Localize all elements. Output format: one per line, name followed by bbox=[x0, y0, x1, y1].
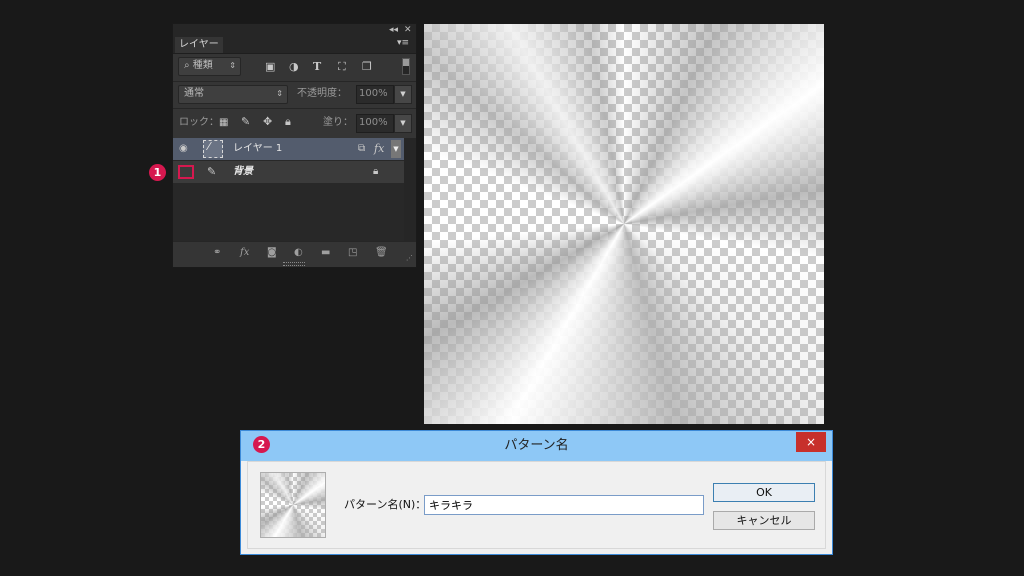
lock-label: ロック： bbox=[179, 117, 219, 128]
dialog-titlebar[interactable]: パターン名 × bbox=[241, 431, 832, 461]
panel-menu-icon[interactable]: ▾≡ bbox=[397, 38, 409, 48]
opacity-label: 不透明度： bbox=[297, 88, 347, 99]
callout-badge-1: 1 bbox=[149, 164, 166, 181]
new-group-icon[interactable]: ▬ bbox=[321, 246, 330, 260]
brush-icon: ⁄ bbox=[208, 140, 210, 153]
smart-object-badge-icon: ⧉ bbox=[358, 143, 366, 154]
panel-footer: ⚭ fx ◙ ◐ ▬ ◳ 🗑︎ ⋰ bbox=[173, 241, 416, 264]
fill-dropdown-button[interactable]: ▼ bbox=[394, 114, 412, 133]
divider bbox=[173, 108, 416, 109]
filter-kind-label: 種類 bbox=[192, 60, 213, 71]
opacity-dropdown-button[interactable]: ▼ bbox=[394, 85, 412, 104]
link-layers-icon[interactable]: ⚭ bbox=[213, 246, 221, 260]
trash-icon[interactable]: 🗑︎ bbox=[375, 246, 388, 260]
chevron-updown-icon: ⇕ bbox=[229, 61, 236, 70]
blend-mode-dropdown[interactable]: 通常 ⇕ bbox=[178, 85, 288, 104]
lock-icon: 🔒︎ bbox=[373, 166, 379, 177]
layer-row-background[interactable]: ✎ 背景 🔒︎ bbox=[173, 161, 404, 183]
chevron-updown-icon: ⇕ bbox=[276, 89, 283, 98]
layer-list-scrollbar[interactable] bbox=[404, 138, 416, 241]
layer-name[interactable]: レイヤー 1 bbox=[233, 138, 282, 160]
callout-badge-2: 2 bbox=[253, 436, 270, 453]
close-button[interactable]: × bbox=[796, 432, 826, 452]
layer-thumbnail: ⁄ bbox=[203, 140, 223, 158]
fx-icon[interactable]: fx bbox=[374, 142, 384, 156]
tab-row: レイヤー ▾≡ bbox=[173, 36, 416, 54]
resize-grip-icon[interactable]: ⋰ bbox=[406, 251, 413, 265]
layer-name[interactable]: 背景 bbox=[233, 161, 253, 183]
pattern-name-label: パターン名(N)： bbox=[344, 498, 427, 511]
layer-row-layer1[interactable]: ◉ ⁄ レイヤー 1 ⧉ fx ▼ bbox=[173, 138, 404, 160]
new-adjustment-layer-icon[interactable]: ◐ bbox=[294, 246, 303, 260]
lock-transparency-icon[interactable]: ▦ bbox=[219, 116, 228, 130]
fill-label: 塗り： bbox=[323, 117, 353, 128]
close-icon[interactable]: ✕ bbox=[404, 24, 412, 36]
pattern-name-dialog: パターン名 × パターン名(N)： OK キャンセル bbox=[240, 430, 833, 555]
brush-icon: ✎ bbox=[207, 165, 217, 178]
lock-position-icon[interactable]: ✥ bbox=[263, 115, 272, 129]
type-layer-filter-icon[interactable]: T bbox=[313, 60, 321, 74]
panel-resize-handle[interactable] bbox=[283, 262, 305, 266]
pixel-layer-filter-icon[interactable]: ▣ bbox=[265, 60, 275, 74]
new-layer-icon[interactable]: ◳ bbox=[348, 246, 357, 260]
pattern-preview-image bbox=[261, 473, 325, 537]
lock-all-icon[interactable]: 🔒︎ bbox=[285, 115, 291, 129]
ok-button[interactable]: OK bbox=[713, 483, 815, 502]
cancel-button[interactable]: キャンセル bbox=[713, 511, 815, 530]
visibility-toggle-empty[interactable] bbox=[178, 165, 194, 179]
layer-list: ◉ ⁄ レイヤー 1 ⧉ fx ▼ ✎ 背景 🔒︎ bbox=[173, 138, 404, 241]
adjustment-layer-filter-icon[interactable]: ◑ bbox=[289, 60, 299, 74]
smart-object-filter-icon[interactable]: ❐ bbox=[362, 60, 372, 74]
lock-brush-icon[interactable]: ✎ bbox=[241, 115, 250, 129]
add-mask-icon[interactable]: ◙ bbox=[267, 246, 277, 260]
opacity-field[interactable]: 100% bbox=[356, 85, 394, 104]
filter-kind-dropdown[interactable]: ⌕ 種類 ⇕ bbox=[178, 57, 241, 76]
tab-layers[interactable]: レイヤー bbox=[175, 37, 223, 53]
fill-field[interactable]: 100% bbox=[356, 114, 394, 133]
dialog-body: パターン名(N)： OK キャンセル bbox=[247, 461, 826, 549]
shape-layer-filter-icon[interactable]: ⛶ bbox=[338, 60, 346, 74]
search-icon: ⌕ bbox=[184, 60, 193, 71]
eye-icon[interactable]: ◉ bbox=[179, 142, 188, 156]
layers-panel: ◂◂ ✕ レイヤー ▾≡ ⌕ 種類 ⇕ ▣ ◑ T ⛶ ❐ 通常 ⇕ 不透明度：… bbox=[172, 23, 417, 268]
filter-toggle-switch[interactable] bbox=[402, 58, 410, 75]
document-canvas[interactable] bbox=[424, 24, 824, 424]
pattern-preview bbox=[260, 472, 326, 538]
blend-mode-label: 通常 bbox=[184, 88, 204, 99]
pattern-name-input[interactable] bbox=[424, 495, 704, 515]
dialog-title: パターン名 bbox=[504, 438, 569, 453]
panel-topbar: ◂◂ ✕ bbox=[173, 24, 416, 36]
radial-sheen-pattern bbox=[424, 24, 824, 424]
expand-effects-icon[interactable]: ▼ bbox=[391, 140, 401, 158]
add-style-icon[interactable]: fx bbox=[240, 246, 249, 260]
collapse-icon[interactable]: ◂◂ bbox=[389, 24, 398, 36]
divider bbox=[173, 81, 416, 82]
